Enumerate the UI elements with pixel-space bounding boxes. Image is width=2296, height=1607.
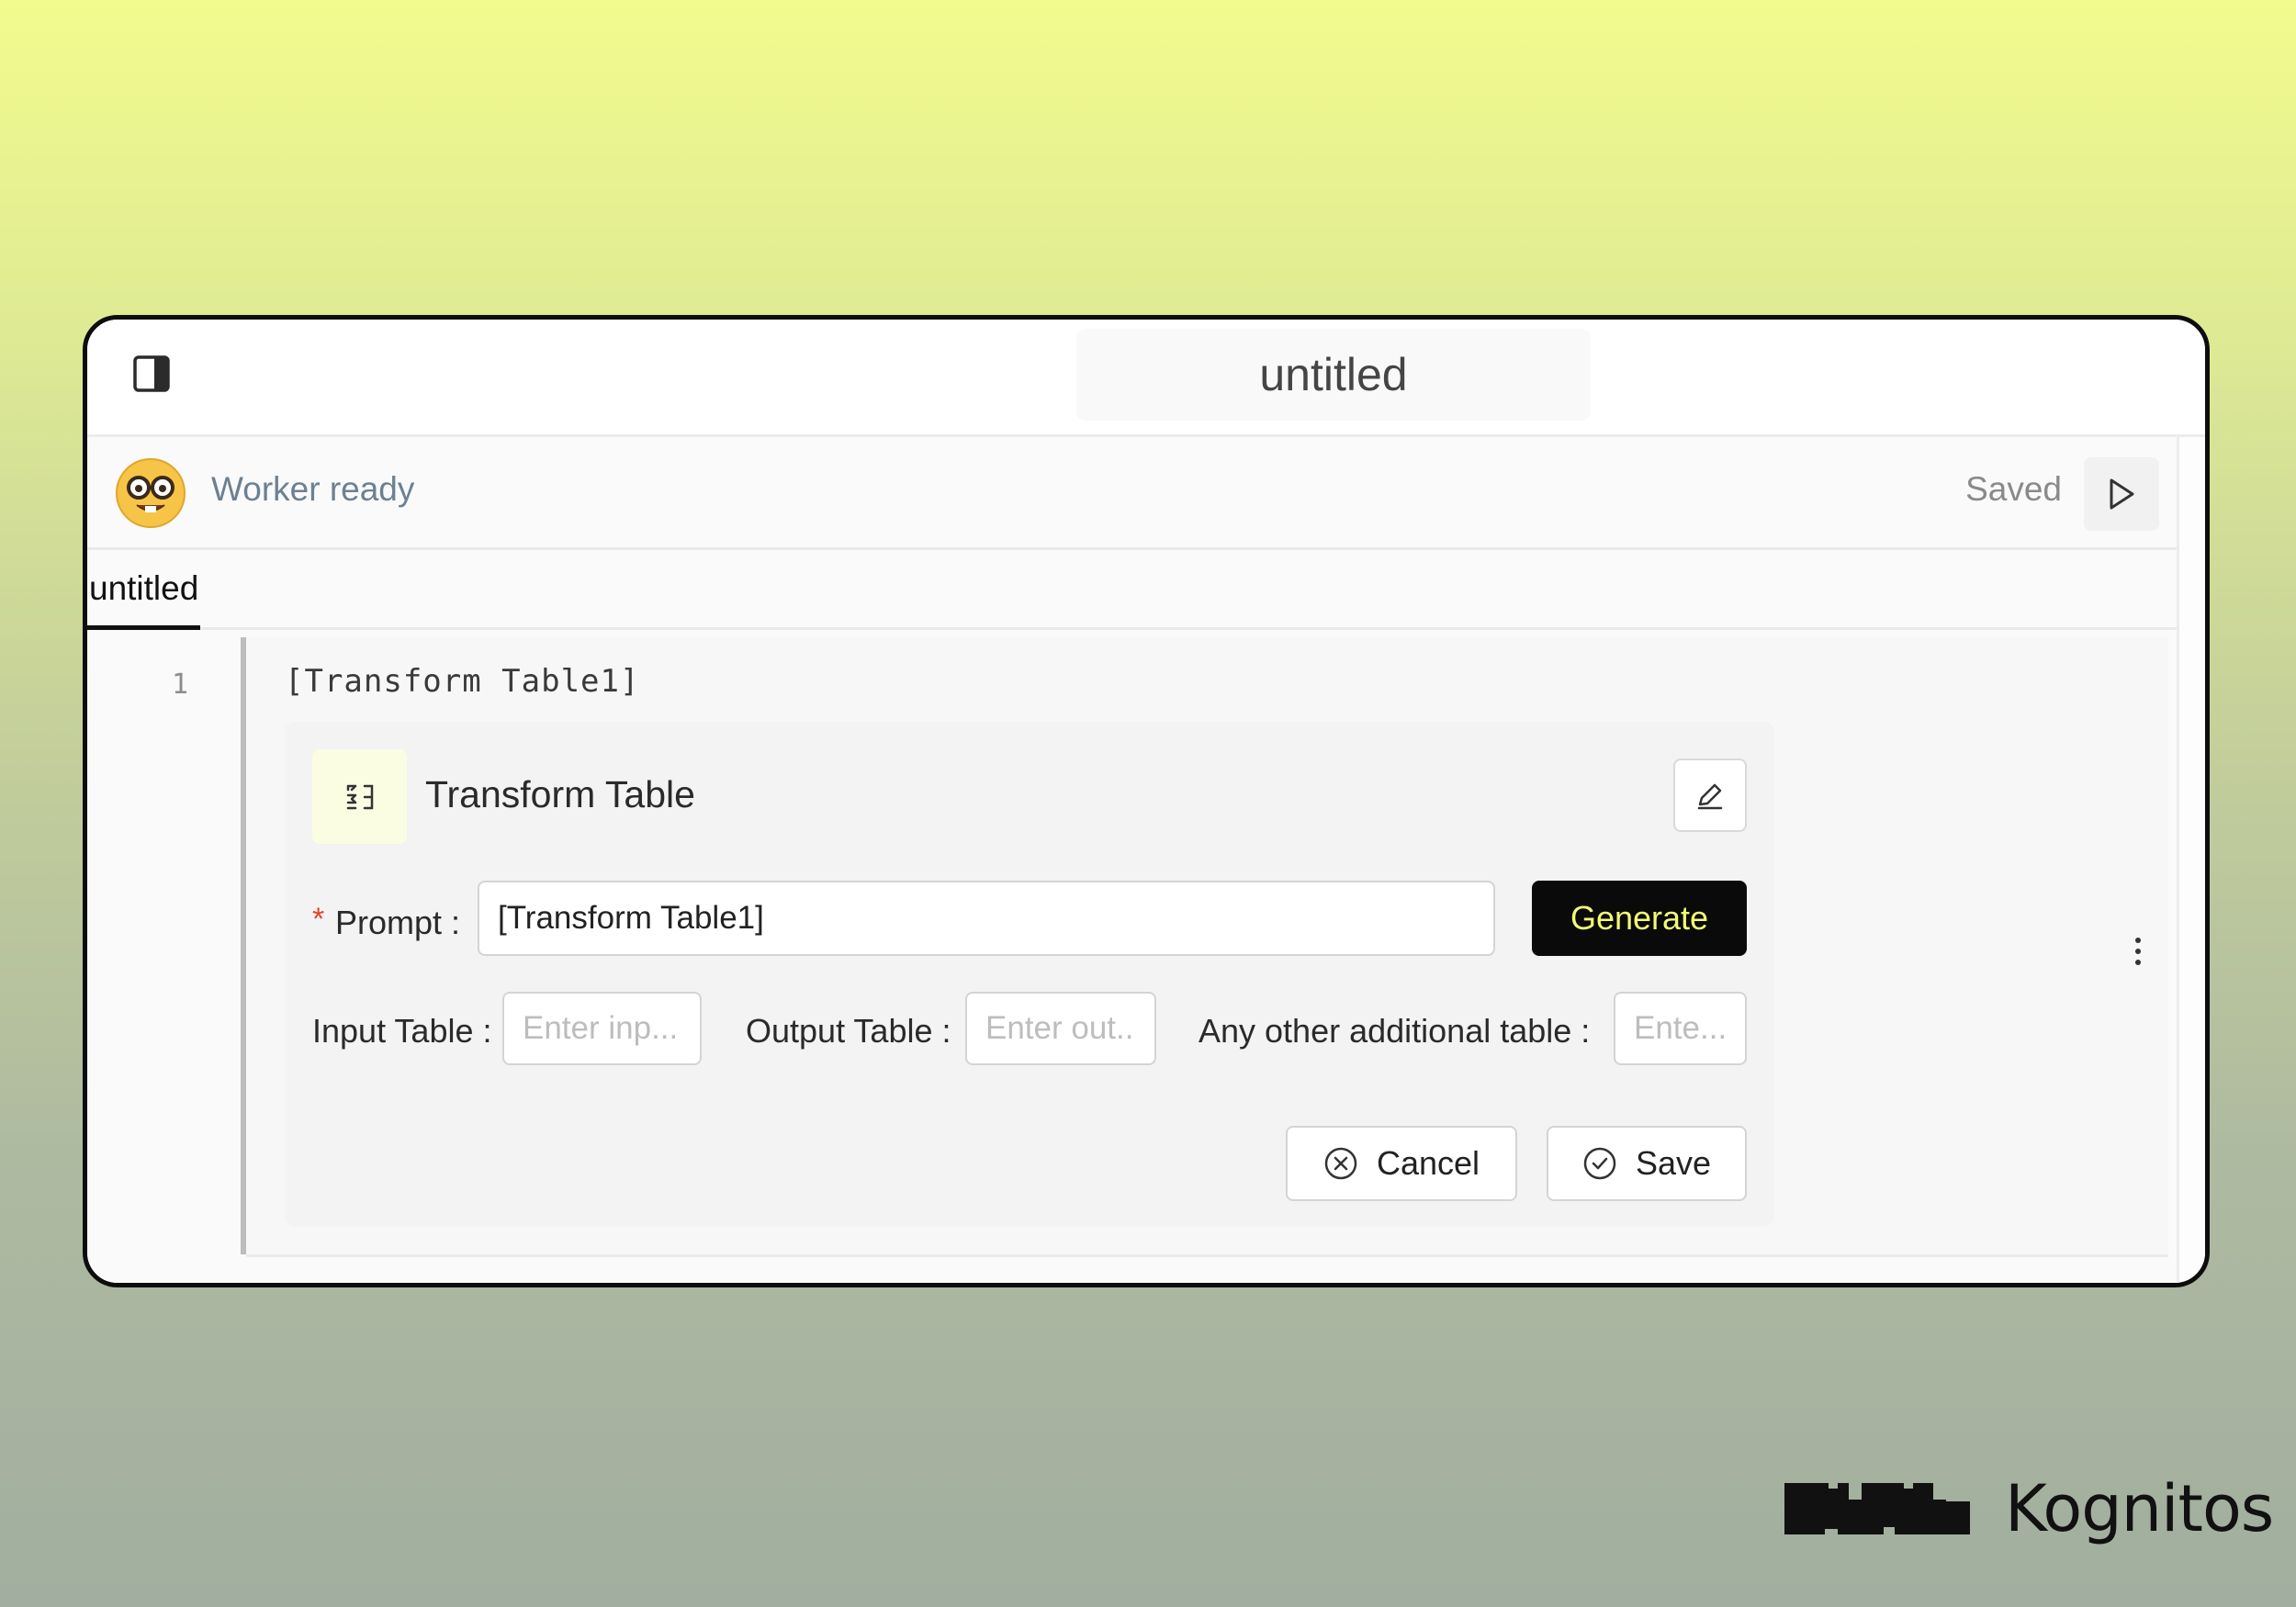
output-table-field[interactable] bbox=[965, 992, 1156, 1065]
brand-name: Kognitos bbox=[2005, 1471, 2274, 1546]
kognitos-logo-mark-icon bbox=[1784, 1483, 1970, 1534]
edit-button[interactable] bbox=[1673, 759, 1747, 832]
prompt-input[interactable] bbox=[478, 881, 1495, 956]
x-circle-icon bbox=[1324, 1147, 1357, 1180]
output-table-label: Output Table : bbox=[746, 1012, 951, 1050]
code-line[interactable]: [Transform Table1] bbox=[285, 663, 639, 700]
sidebar-toggle-icon[interactable] bbox=[132, 354, 171, 393]
tab-untitled[interactable]: untitled bbox=[87, 550, 200, 630]
play-icon bbox=[2110, 478, 2134, 510]
check-circle-icon bbox=[1583, 1147, 1616, 1180]
additional-table-label: Any other additional table : bbox=[1199, 1012, 1591, 1050]
generate-button[interactable]: Generate bbox=[1532, 881, 1747, 956]
workspace: Worker ready Saved untitled 1 [Transform… bbox=[87, 437, 2179, 1283]
required-marker: * bbox=[312, 902, 325, 937]
cancel-label: Cancel bbox=[1376, 1144, 1480, 1182]
app-window: untitled Worker ready Saved untitled 1 [… bbox=[83, 315, 2210, 1287]
kebab-icon[interactable] bbox=[2124, 924, 2152, 979]
brand-logo: Kognitos bbox=[1784, 1467, 2274, 1550]
status-row: Worker ready Saved bbox=[87, 437, 2179, 550]
input-table-label: Input Table : bbox=[312, 1012, 492, 1050]
transform-icon bbox=[312, 749, 407, 844]
worker-status-text: Worker ready bbox=[211, 470, 415, 508]
tab-bar: untitled bbox=[87, 550, 2179, 630]
save-label: Save bbox=[1635, 1144, 1712, 1182]
right-scroll-rail bbox=[2177, 437, 2205, 1283]
cancel-button[interactable]: Cancel bbox=[1286, 1126, 1517, 1201]
transform-table-card: Transform Table * Prompt : Generate Inpu… bbox=[285, 722, 1774, 1227]
additional-table-field[interactable] bbox=[1614, 992, 1747, 1065]
input-table-field[interactable] bbox=[502, 992, 702, 1065]
prompt-label: Prompt : bbox=[335, 904, 461, 941]
tab-label: untitled bbox=[89, 569, 199, 607]
top-bar: untitled bbox=[87, 320, 2205, 437]
save-button[interactable]: Save bbox=[1547, 1126, 1747, 1201]
run-button[interactable] bbox=[2084, 457, 2159, 531]
code-editor: 1 [Transform Table1] Transform Table * P… bbox=[87, 630, 2179, 1283]
document-title[interactable]: untitled bbox=[1076, 329, 1591, 421]
card-title: Transform Table bbox=[425, 773, 695, 815]
worker-avatar-icon bbox=[115, 457, 186, 529]
save-status-text: Saved bbox=[1965, 470, 2062, 508]
line-number: 1 bbox=[171, 669, 188, 701]
pencil-icon bbox=[1697, 783, 1723, 810]
